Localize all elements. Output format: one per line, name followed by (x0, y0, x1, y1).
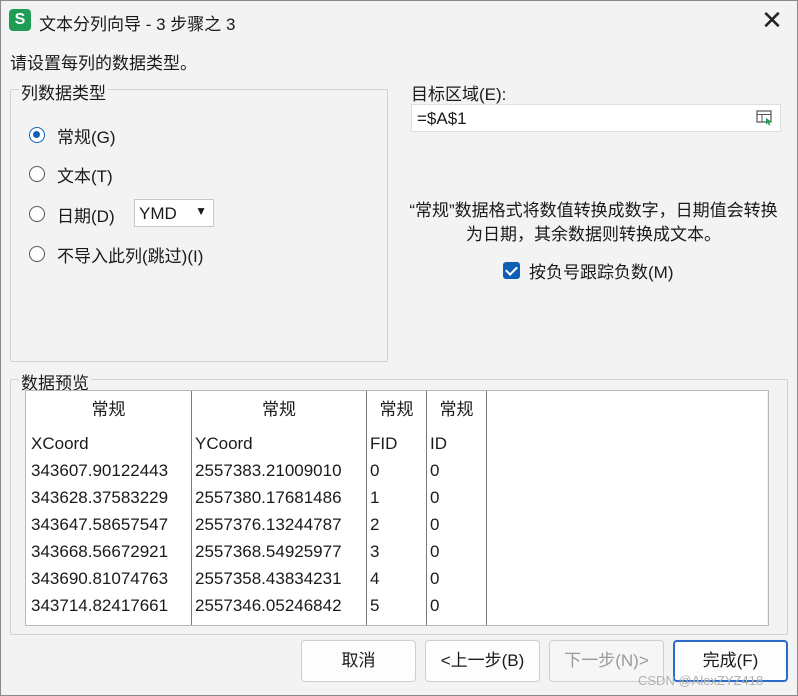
radio-text-label: 文本(T) (57, 166, 113, 186)
preview-cell: 2557376.13244787 (195, 515, 342, 534)
title-bar: S 文本分列向导 - 3 步骤之 3 ✕ (1, 1, 797, 39)
preview-cell: XCoord (31, 434, 89, 453)
radio-date-indicator[interactable] (29, 206, 45, 222)
preview-cell: YCoord (195, 434, 253, 453)
preview-cell: 2557358.43834231 (195, 569, 342, 588)
column-divider (426, 391, 427, 625)
preview-cell: 343668.56672921 (31, 542, 169, 561)
destination-input[interactable]: =$A$1 (411, 104, 781, 132)
preview-cell: 0 (430, 515, 440, 534)
column-divider (366, 391, 367, 625)
radio-general[interactable]: 常规(G) (29, 123, 116, 147)
preview-cell: 2557380.17681486 (195, 488, 342, 507)
close-icon: ✕ (761, 5, 783, 35)
cancel-button[interactable]: 取消 (301, 640, 416, 682)
preview-cell: 343628.37583229 (31, 488, 169, 507)
destination-label: 目标区域(E): (411, 85, 507, 104)
column-divider (191, 391, 192, 625)
radio-skip-label: 不导入此列(跳过)(I) (57, 246, 204, 266)
radio-text[interactable]: 文本(T) (29, 162, 113, 186)
vertical-scrollbar[interactable] (767, 391, 768, 625)
preview-cell: 4 (370, 569, 380, 588)
data-preview-grid[interactable]: 常规 常规 常规 常规 XCoord YCoord FID ID 343607.… (25, 390, 769, 626)
column-header[interactable]: 常规 (192, 391, 366, 429)
preview-cell: 343714.82417661 (31, 596, 169, 615)
range-picker-icon[interactable] (756, 110, 774, 126)
column-header[interactable]: 常规 (26, 391, 191, 429)
preview-cell: 0 (430, 596, 440, 615)
radio-date[interactable]: 日期(D) (29, 202, 115, 226)
column-divider (486, 391, 487, 625)
watermark: CSDN @AlexZYZ418 (638, 673, 764, 688)
radio-general-indicator[interactable] (29, 127, 45, 143)
radio-skip-indicator[interactable] (29, 246, 45, 262)
dialog-window: S 文本分列向导 - 3 步骤之 3 ✕ 请设置每列的数据类型。 列数据类型 常… (0, 0, 798, 696)
radio-skip[interactable]: 不导入此列(跳过)(I) (29, 242, 203, 266)
date-format-value: YMD (139, 204, 177, 223)
window-title: 文本分列向导 - 3 步骤之 3 (39, 15, 236, 34)
preview-cell: 0 (430, 461, 440, 480)
preview-cell: 1 (370, 488, 380, 507)
preview-cell: 2557368.54925977 (195, 542, 342, 561)
chevron-down-icon: ▼ (195, 204, 207, 218)
preview-cell: 5 (370, 596, 380, 615)
preview-cell: ID (430, 434, 447, 453)
close-button[interactable]: ✕ (757, 5, 787, 35)
negative-sign-option[interactable]: 按负号跟踪负数(M) (503, 258, 673, 283)
preview-cell: FID (370, 434, 398, 453)
preview-cell: 343607.90122443 (31, 461, 169, 480)
column-header[interactable]: 常规 (427, 391, 486, 429)
format-description: “常规”数据格式将数值转换成数字，日期值会转换为日期，其余数据则转换成文本。 (409, 201, 778, 244)
preview-cell: 2 (370, 515, 380, 534)
negative-sign-checkbox[interactable] (503, 262, 520, 279)
preview-cell: 3 (370, 542, 380, 561)
app-icon: S (9, 9, 31, 31)
preview-cell: 0 (430, 569, 440, 588)
radio-text-indicator[interactable] (29, 166, 45, 182)
back-button[interactable]: <上一步(B) (425, 640, 540, 682)
column-header[interactable]: 常规 (367, 391, 426, 429)
preview-cell: 0 (430, 488, 440, 507)
radio-general-label: 常规(G) (57, 127, 116, 147)
date-format-select[interactable]: YMD ▼ (134, 199, 214, 227)
preview-cell: 343647.58657547 (31, 515, 169, 534)
preview-cell: 2557346.05246842 (195, 596, 342, 615)
preview-cell: 0 (370, 461, 380, 480)
negative-sign-label: 按负号跟踪负数(M) (529, 263, 674, 282)
column-type-legend: 列数据类型 (19, 79, 108, 104)
destination-value: =$A$1 (417, 109, 467, 128)
radio-date-label: 日期(D) (57, 206, 115, 226)
preview-cell: 0 (430, 542, 440, 561)
instruction-text: 请设置每列的数据类型。 (10, 54, 197, 73)
preview-cell: 343690.81074763 (31, 569, 169, 588)
preview-cell: 2557383.21009010 (195, 461, 342, 480)
